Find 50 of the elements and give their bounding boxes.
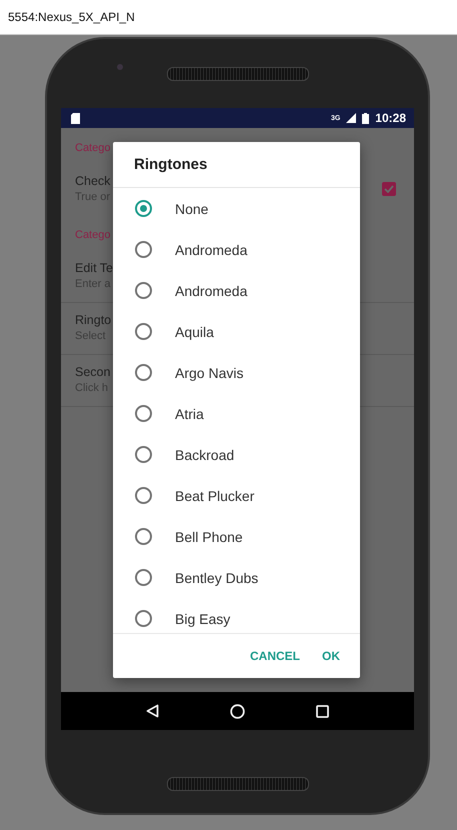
clock: 10:28 <box>375 111 406 125</box>
ringtone-option[interactable]: Atria <box>113 393 360 434</box>
radio-button[interactable] <box>135 446 152 463</box>
ringtone-label: Argo Navis <box>175 364 244 380</box>
ringtone-label: None <box>175 200 208 216</box>
preference-title: Ringto <box>75 313 112 327</box>
radio-button[interactable] <box>135 241 152 258</box>
ringtone-option[interactable]: Andromeda <box>113 229 360 270</box>
signal-icon <box>346 113 356 123</box>
radio-button[interactable] <box>135 405 152 422</box>
ringtone-label: Bell Phone <box>175 528 243 544</box>
ringtone-label: Backroad <box>175 446 234 462</box>
ringtone-option[interactable]: Beat Plucker <box>113 475 360 516</box>
ringtone-label: Bentley Dubs <box>175 570 258 586</box>
ringtone-label: Big Easy <box>175 610 230 626</box>
category-header: Catego <box>75 229 110 241</box>
radio-button[interactable] <box>135 200 152 217</box>
preference-title: Check <box>75 174 110 188</box>
ringtone-label: Beat Plucker <box>175 488 254 504</box>
ringtone-option[interactable]: None <box>113 188 360 229</box>
radio-button[interactable] <box>135 610 152 627</box>
radio-button[interactable] <box>135 487 152 504</box>
radio-button[interactable] <box>135 528 152 545</box>
ringtone-option[interactable]: Andromeda <box>113 270 360 311</box>
recents-icon[interactable] <box>316 704 329 718</box>
ringtone-option[interactable]: Bentley Dubs <box>113 557 360 598</box>
ringtone-option[interactable]: Argo Navis <box>113 352 360 393</box>
preference-title: Secon <box>75 365 110 379</box>
ringtone-option[interactable]: Bell Phone <box>113 516 360 557</box>
radio-button[interactable] <box>135 569 152 586</box>
window-title: 5554:Nexus_5X_API_N <box>8 10 135 24</box>
battery-icon <box>362 112 370 124</box>
camera-icon <box>117 64 123 70</box>
radio-button[interactable] <box>135 323 152 340</box>
ringtone-option[interactable]: Backroad <box>113 434 360 475</box>
radio-button[interactable] <box>135 364 152 381</box>
dialog-title: Ringtones <box>113 142 360 188</box>
preference-title: Edit Te <box>75 261 113 275</box>
ringtone-label: Aquila <box>175 324 214 340</box>
ringtone-label: Atria <box>175 406 204 422</box>
ringtone-option[interactable]: Aquila <box>113 311 360 352</box>
back-icon[interactable] <box>146 704 160 718</box>
category-header: Catego <box>75 142 110 154</box>
checkbox[interactable] <box>382 182 396 196</box>
radio-button[interactable] <box>135 282 152 299</box>
ringtone-option[interactable]: Big Easy <box>113 598 360 633</box>
ringtone-label: Andromeda <box>175 282 248 298</box>
home-icon[interactable] <box>230 704 245 718</box>
ringtone-label: Andromeda <box>175 242 248 258</box>
sd-card-icon <box>71 112 80 124</box>
